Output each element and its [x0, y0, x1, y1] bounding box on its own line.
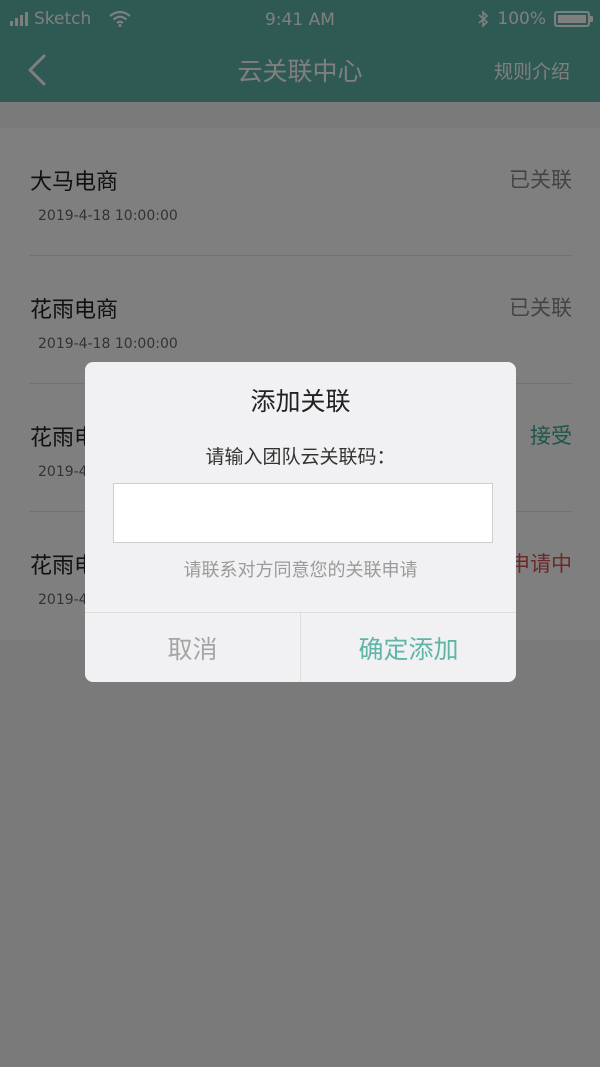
confirm-add-button[interactable]: 确定添加 [301, 613, 516, 682]
dialog-hint: 请联系对方同意您的关联申请 [183, 560, 418, 581]
dialog-actions: 取消 确定添加 [85, 612, 516, 682]
dialog-title: 添加关联 [250, 387, 351, 416]
association-code-input[interactable] [113, 483, 493, 543]
add-association-dialog: 添加关联 请输入团队云关联码： 请联系对方同意您的关联申请 取消 确定添加 [85, 362, 516, 682]
dialog-prompt: 请输入团队云关联码： [205, 446, 396, 468]
cancel-button[interactable]: 取消 [85, 613, 301, 682]
